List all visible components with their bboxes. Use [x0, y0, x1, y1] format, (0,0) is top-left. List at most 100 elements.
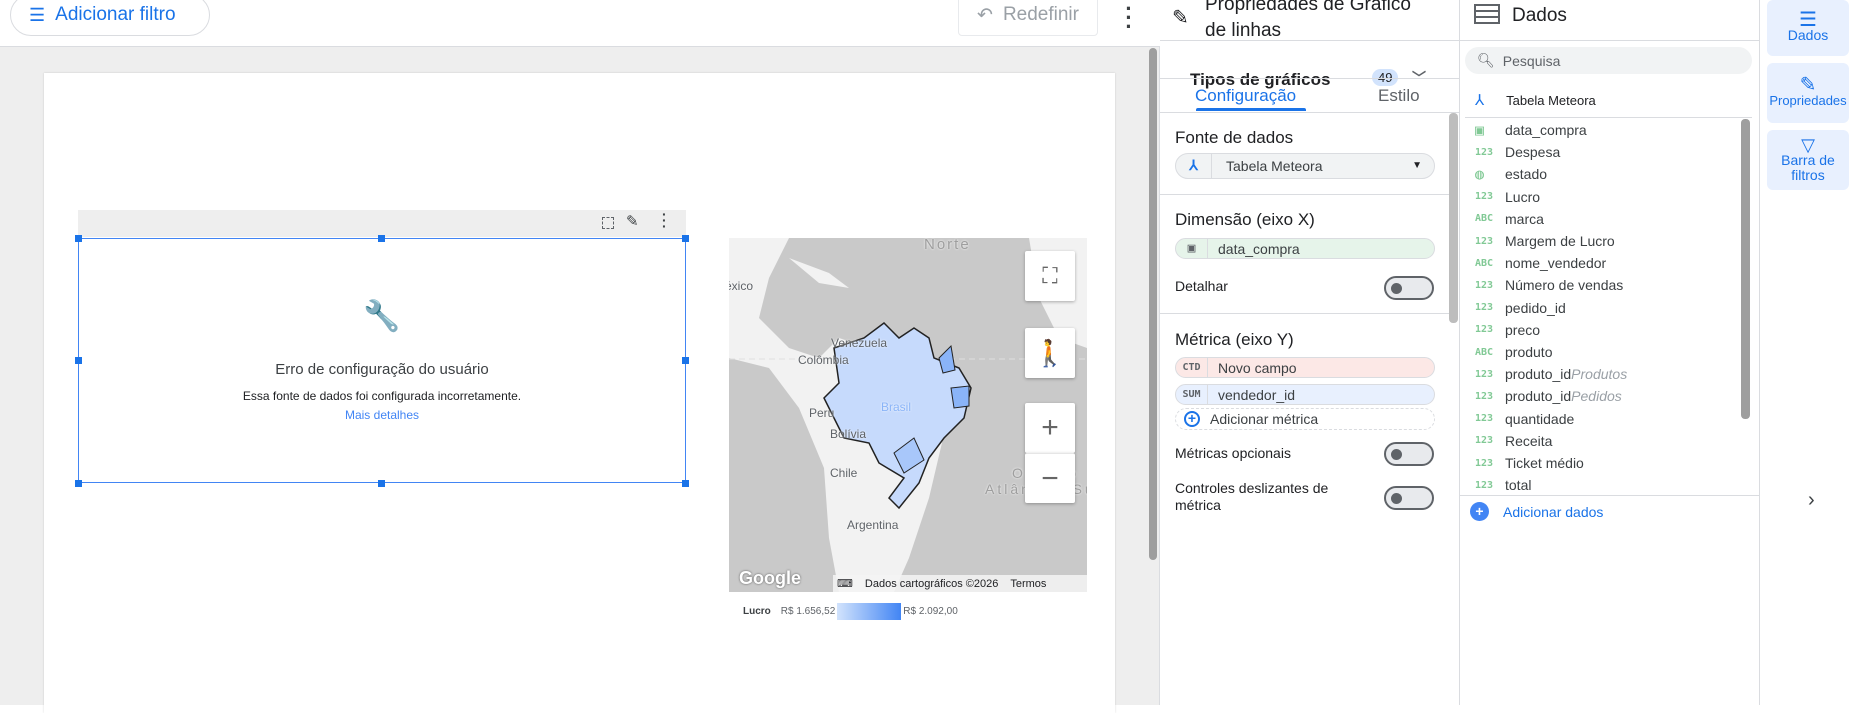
drilldown-toggle[interactable]	[1384, 276, 1434, 300]
field-name: Margem de Lucro	[1505, 233, 1615, 249]
metric-chip[interactable]: CTD Novo campo	[1175, 357, 1435, 378]
error-chart[interactable]: 🔧 Erro de configuração do usuário Essa f…	[78, 238, 686, 483]
resize-handle[interactable]	[378, 480, 385, 487]
field-name: estado	[1505, 166, 1548, 183]
add-circle-icon: +	[1470, 502, 1489, 521]
resize-handle[interactable]	[75, 235, 82, 242]
search-input[interactable]: 🔍︎ Pesquisa	[1465, 47, 1752, 74]
field-item[interactable]: 123 Margem de Lucro	[1460, 230, 1740, 252]
resize-handle[interactable]	[682, 480, 689, 487]
field-item[interactable]: 123 produto_id Produtos	[1460, 363, 1740, 385]
resize-handle[interactable]	[75, 480, 82, 487]
slider-controls-label: Controles deslizantes de métrica	[1175, 480, 1329, 513]
resize-handle[interactable]	[682, 235, 689, 242]
tab-configuracao[interactable]: Configuração	[1195, 86, 1296, 106]
resize-handle[interactable]	[378, 235, 385, 242]
metric-chip[interactable]: SUM vendedor_id	[1175, 384, 1435, 405]
keyboard-icon[interactable]: ⌨	[837, 577, 853, 590]
field-item[interactable]: ▣ data_compra	[1460, 119, 1740, 141]
number-type-icon: 123	[1475, 235, 1494, 247]
field-item[interactable]: ABC produto	[1460, 341, 1740, 363]
field-item[interactable]: 123 pedido_id	[1460, 297, 1740, 319]
rail-data-button[interactable]: ☰ Dados	[1767, 0, 1849, 56]
zoom-out-button[interactable]: −	[1025, 453, 1075, 503]
field-item[interactable]: 123 Receita	[1460, 430, 1740, 452]
rail-filter-bar-button[interactable]: ▽ Barra de filtros	[1767, 130, 1849, 190]
divider	[1160, 40, 1460, 41]
dropdown-arrow-icon: ▼	[1412, 160, 1422, 171]
field-item[interactable]: 123 preco	[1460, 319, 1740, 341]
field-item[interactable]: ABC marca	[1460, 208, 1740, 230]
field-name: produto	[1505, 344, 1553, 360]
data-panel-title: Dados	[1512, 5, 1567, 26]
search-icon: 🔍︎	[1477, 52, 1495, 68]
field-name: produto_id	[1505, 388, 1572, 405]
field-item[interactable]: 123 total	[1460, 474, 1740, 496]
divider	[1160, 78, 1460, 79]
optional-metrics-toggle[interactable]	[1384, 442, 1434, 466]
data-source-select[interactable]: ⅄ Tabela Meteora ▼	[1175, 153, 1435, 179]
tab-estilo[interactable]: Estilo	[1378, 86, 1420, 106]
edit-pencil-icon[interactable]: ✎	[626, 212, 639, 230]
field-source-suffix: Produtos	[1571, 366, 1628, 383]
properties-scrollbar[interactable]	[1449, 113, 1458, 323]
more-details-link[interactable]: Mais detalhes	[79, 408, 685, 422]
more-options-icon[interactable]: · · ·	[1122, 0, 1136, 38]
resize-handle[interactable]	[682, 357, 689, 364]
chevron-right-icon[interactable]: ›	[1808, 489, 1815, 512]
chart-more-icon[interactable]: · · ·	[662, 207, 667, 233]
field-name: Despesa	[1505, 144, 1561, 161]
number-type-icon: 123	[1475, 368, 1494, 380]
resize-handle[interactable]	[75, 357, 82, 364]
fields-scrollbar[interactable]	[1741, 119, 1750, 419]
field-name: Receita	[1505, 432, 1553, 449]
dimension-chip[interactable]: ▣ data_compra	[1175, 238, 1435, 259]
geo-map[interactable]: Norte México Venezuela Colômbia Peru Bra…	[729, 238, 1087, 592]
add-circle-icon: +	[1184, 411, 1200, 427]
field-name: marca	[1505, 210, 1544, 227]
color-legend: Lucro R$ 1.656,52 R$ 2.092,00	[743, 603, 958, 620]
divider	[1160, 313, 1449, 314]
field-name: produto_id	[1505, 366, 1572, 383]
zoom-in-button[interactable]: +	[1025, 403, 1075, 453]
calendar-icon: ▣	[1475, 121, 1485, 139]
calendar-icon: ▣	[1176, 239, 1208, 258]
add-metric-button[interactable]: + Adicionar métrica	[1175, 408, 1435, 430]
rail-properties-button[interactable]: ✎ Propriedades	[1767, 63, 1849, 123]
number-type-icon: 123	[1475, 413, 1494, 425]
field-item[interactable]: 123 Número de vendas	[1460, 274, 1740, 296]
metric-title: Métrica (eixo Y)	[1175, 330, 1294, 349]
field-item[interactable]: 123 Despesa	[1460, 141, 1740, 163]
divider	[1160, 112, 1460, 113]
canvas-scrollbar[interactable]	[1149, 48, 1157, 560]
terms-link[interactable]: Termos	[1010, 578, 1046, 590]
drilldown-label: Detalhar	[1175, 278, 1228, 294]
select-area-icon[interactable]	[602, 217, 614, 229]
filter-icon: ▽	[1801, 134, 1815, 155]
field-name: Número de vendas	[1505, 277, 1624, 294]
database-icon: ☰	[1799, 9, 1817, 31]
field-name: Ticket médio	[1505, 455, 1584, 471]
field-item[interactable]: 123 produto_id Pedidos	[1460, 385, 1740, 407]
slider-controls-toggle[interactable]	[1384, 486, 1434, 510]
field-item[interactable]: ABC nome_vendedor	[1460, 252, 1740, 274]
field-item[interactable]: 123 Lucro	[1460, 186, 1740, 208]
properties-panel: ✎ Propriedades de Gráfico de linhas Tipo…	[1160, 0, 1460, 705]
street-view-pegman-icon[interactable]: 🚶	[1025, 328, 1075, 378]
fullscreen-button[interactable]: ⛶	[1025, 251, 1075, 301]
add-filter-button[interactable]: ☰ Adicionar filtro	[10, 0, 210, 36]
number-type-icon: 123	[1475, 146, 1494, 158]
add-data-button[interactable]: + Adicionar dados	[1470, 502, 1603, 521]
field-item[interactable]: 123 Ticket médio	[1460, 452, 1740, 474]
field-item[interactable]: 123 quantidade	[1460, 408, 1740, 430]
error-message: Essa fonte de dados foi configurada inco…	[242, 389, 522, 403]
number-type-icon: 123	[1475, 302, 1494, 314]
blend-icon: ⅄	[1475, 92, 1485, 109]
error-title: Erro de configuração do usuário	[275, 361, 489, 378]
reset-button[interactable]: ↶ Redefinir	[958, 0, 1098, 36]
optional-metrics-label: Métricas opcionais	[1175, 445, 1291, 461]
field-item[interactable]: ◍ estado	[1460, 163, 1740, 185]
number-type-icon: 123	[1475, 191, 1494, 203]
data-source-item[interactable]: ⅄ Tabela Meteora	[1475, 91, 1596, 109]
pencil-icon: ✎	[1172, 7, 1189, 29]
